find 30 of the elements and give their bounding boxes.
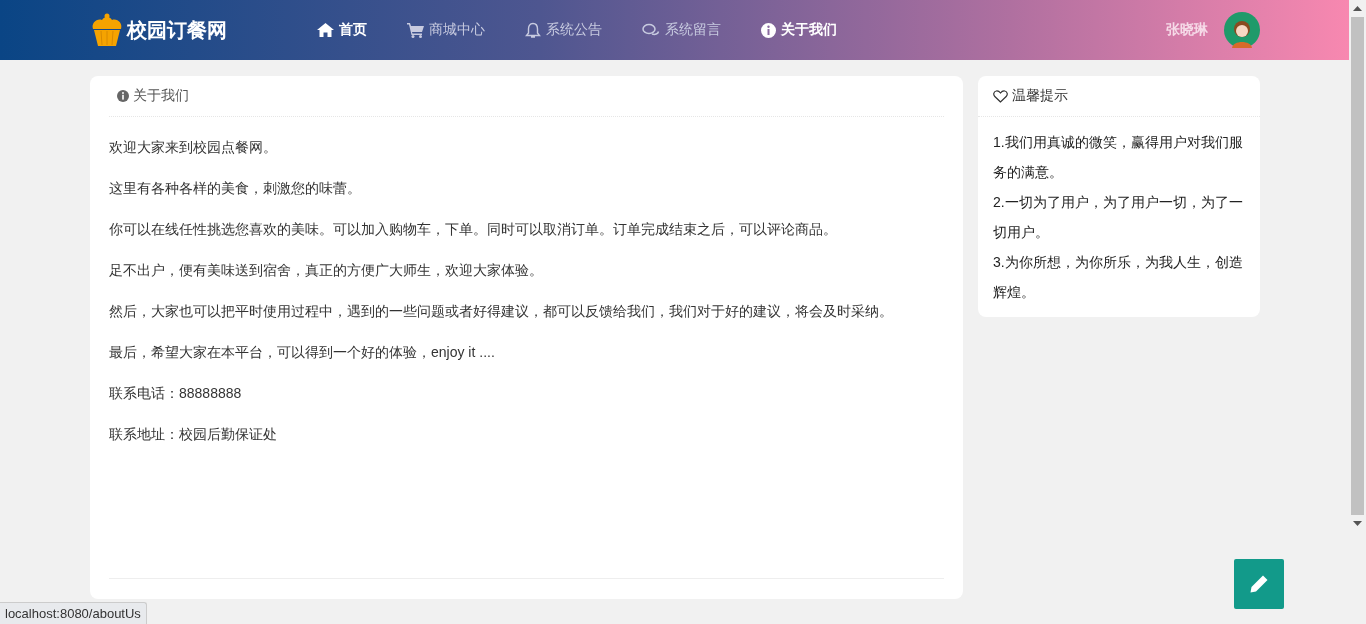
tip-text: 3.为你所想，为你所乐，为我人生，创造辉煌。 (993, 253, 1244, 302)
card-title: 温馨提示 (1012, 87, 1068, 105)
nav-link[interactable]: 商城中心 (407, 21, 485, 39)
tip-text: 2.一切为了用户，为了用户一切，为了一切用户。 (993, 193, 1244, 242)
card-title: 关于我们 (133, 87, 189, 105)
paragraph: 你可以在线任性挑选您喜欢的美味。可以加入购物车，下单。同时可以取消订单。订单完成结束之后，可以评论商品。 (109, 220, 838, 239)
paragraph: 最后，希望大家在本平台，可以得到一个好的体验，enjoy it .... (109, 343, 496, 362)
paragraph: 足不出户，便有美味送到宿舍，真正的方便广大师生，欢迎大家体验。 (109, 261, 544, 280)
cart-icon (407, 22, 424, 38)
paragraph: 欢迎大家来到校园点餐网。 (109, 138, 278, 157)
nav-link[interactable]: 系统公告 (525, 21, 602, 39)
paragraph: 这里有各种各样的美食，刺激您的味蕾。 (109, 179, 362, 198)
paragraph: 联系电话：88888888 (109, 384, 243, 403)
pencil-icon (1249, 574, 1269, 594)
paragraph: 然后，大家也可以把平时使用过程中，遇到的一些问题或者好得建议，都可以反馈给我们，我们对于好的建议，将会及时采纳。 (109, 302, 894, 321)
chat-icon (642, 22, 660, 38)
site-logo-text[interactable]: 校园订餐网 (127, 16, 227, 44)
heart-icon (993, 89, 1008, 103)
info-icon (117, 90, 129, 102)
home-icon (317, 23, 334, 37)
paragraph: 联系地址：校园后勤保证处 (109, 425, 278, 444)
nav-link[interactable]: 首页 (317, 21, 367, 39)
bell-icon (525, 21, 541, 39)
info-icon (761, 22, 776, 38)
nav-link[interactable]: 系统留言 (642, 21, 721, 39)
avatar[interactable] (1224, 12, 1260, 48)
status-url: localhost:8080/aboutUs (0, 602, 147, 624)
nav-link[interactable]: 关于我们 (761, 21, 837, 39)
tip-text: 1.我们用真诚的微笑，赢得用户对我们服务的满意。 (993, 133, 1244, 182)
edit-button[interactable] (1234, 559, 1284, 609)
